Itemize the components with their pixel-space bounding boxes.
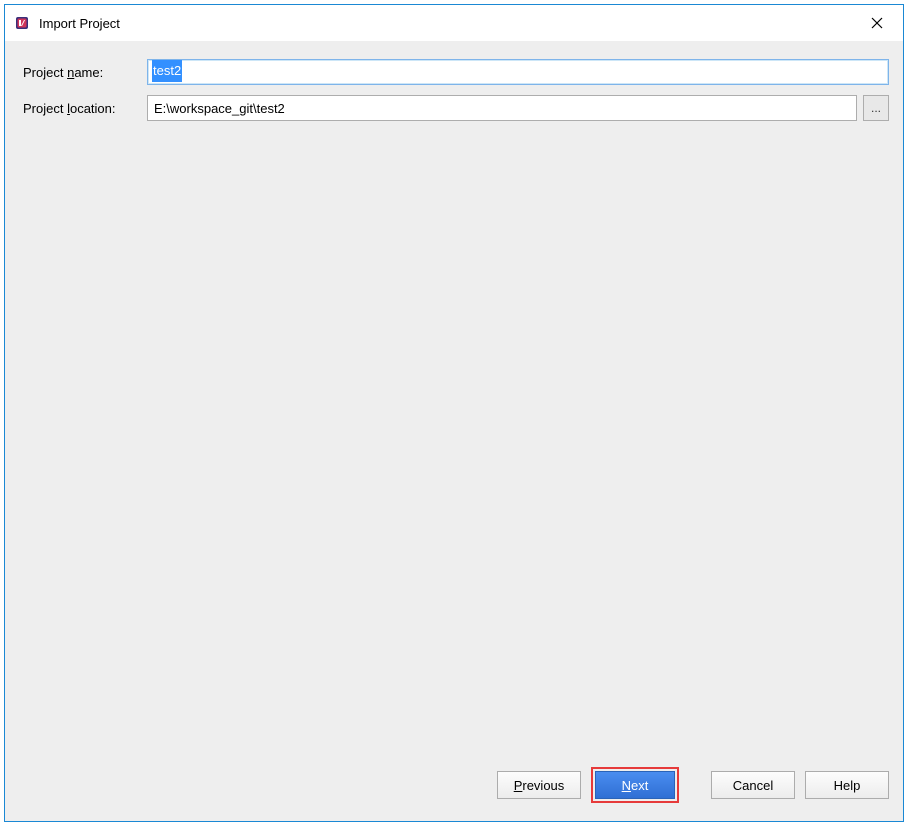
next-button-highlight: Next	[591, 767, 679, 803]
close-icon	[871, 17, 883, 29]
cancel-button[interactable]: Cancel	[711, 771, 795, 799]
close-button[interactable]	[859, 5, 895, 41]
dialog-content: Project name: test2 Project location: ..…	[5, 41, 903, 767]
import-project-dialog: Import Project Project name: test2 Proje…	[4, 4, 904, 822]
previous-button[interactable]: Previous	[497, 771, 581, 799]
next-button[interactable]: Next	[595, 771, 675, 799]
label-project-name: Project name:	[19, 65, 147, 80]
label-project-location: Project location:	[19, 101, 147, 116]
row-project-location: Project location: ...	[19, 95, 889, 121]
project-name-input[interactable]: test2	[147, 59, 889, 85]
help-button[interactable]: Help	[805, 771, 889, 799]
app-icon	[13, 14, 31, 32]
row-project-name: Project name: test2	[19, 59, 889, 85]
project-name-value: test2	[152, 60, 182, 82]
ellipsis-icon: ...	[871, 102, 881, 114]
titlebar: Import Project	[5, 5, 903, 41]
dialog-footer: Previous Next Cancel Help	[5, 767, 903, 821]
window-title: Import Project	[39, 16, 859, 31]
project-location-input[interactable]	[147, 95, 857, 121]
browse-button[interactable]: ...	[863, 95, 889, 121]
